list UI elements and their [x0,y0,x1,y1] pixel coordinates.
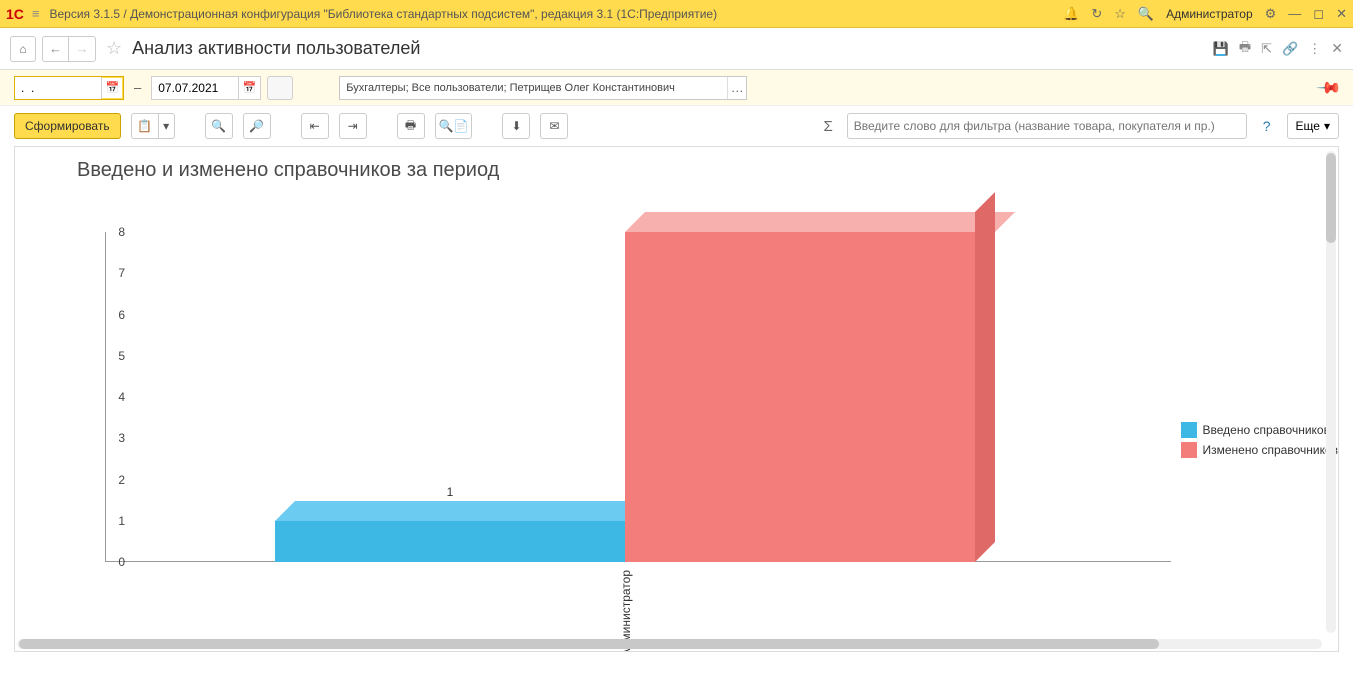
users-filter-text: Бухгалтеры; Все пользователи; Петрищев О… [340,82,727,94]
save-file-button[interactable]: ⬇ [502,113,530,139]
y-tick: 2 [105,473,125,487]
settings-icon[interactable]: ⚙ [1265,6,1277,22]
expand-button[interactable]: ⇥ [339,113,367,139]
y-tick: 8 [105,225,125,239]
legend-swatch [1181,442,1197,458]
date-to-field[interactable]: 📅 [151,76,261,100]
search-icon[interactable]: 🔍 [1138,6,1154,22]
settings-dropdown-button[interactable]: ▾ [159,113,175,139]
find-next-button[interactable]: 🔎 [243,113,271,139]
period-picker-button[interactable] [267,76,293,100]
legend-swatch [1181,422,1197,438]
sigma-icon[interactable]: Σ [823,118,832,135]
help-icon[interactable]: ? [1263,118,1271,134]
calendar-to-icon[interactable]: 📅 [238,77,260,99]
horizontal-scrollbar[interactable] [17,639,1322,649]
page-header: ⌂ ← → ☆ Анализ активности пользователей … [0,28,1353,70]
y-tick: 4 [105,390,125,404]
export-icon[interactable]: ⇱ [1261,41,1272,57]
app-logo: 1С [6,6,24,22]
close-page-icon[interactable]: ✕ [1331,40,1343,57]
vertical-scrollbar[interactable] [1326,151,1336,633]
back-button[interactable]: ← [43,37,69,61]
y-tick: 7 [105,266,125,280]
legend-label: Изменено справочников [1203,443,1339,457]
find-button[interactable]: 🔍 [205,113,233,139]
generate-button[interactable]: Сформировать [14,113,121,139]
favorite-icon[interactable]: ☆ [106,38,122,59]
bell-icon[interactable]: 🔔 [1063,6,1079,22]
nav-back-forward: ← → [42,36,96,62]
preview-button[interactable]: 🔍📄 [435,113,473,139]
app-title: Версия 3.1.5 / Демонстрационная конфигур… [50,7,1064,21]
more-button[interactable]: Еще ▾ [1287,113,1339,139]
y-tick: 5 [105,349,125,363]
menu-icon[interactable]: ≡ [32,6,40,21]
y-tick: 3 [105,431,125,445]
minimize-icon[interactable]: — [1288,6,1301,21]
date-from-field[interactable]: 📅 [14,76,124,100]
h-scroll-thumb[interactable] [19,639,1159,649]
v-scroll-thumb[interactable] [1326,153,1336,243]
email-button[interactable]: ✉ [540,113,568,139]
print-button[interactable]: 🖶 [397,113,425,139]
calendar-from-icon[interactable]: 📅 [101,77,123,99]
chart-legend: Введено справочников Изменено справочнико… [1181,422,1339,462]
close-window-icon[interactable]: ✕ [1336,6,1347,22]
appbar-right: 🔔 ↻ ☆ 🔍 Администратор ⚙ — ◻ ✕ [1063,6,1347,22]
more-label: Еще [1296,119,1320,133]
toolbar: Сформировать 📋 ▾ 🔍 🔎 ⇤ ⇥ 🖶 🔍📄 ⬇ ✉ Σ ? Ещ… [0,106,1353,146]
y-tick: 1 [105,514,125,528]
bar-0 [275,521,625,562]
chart-plot: 0123456781Администратор [105,232,1171,562]
date-from-input[interactable] [15,77,101,99]
page-header-right: 💾 🖶 ⇱ 🔗 ⋮ ✕ [1213,38,1343,60]
chevron-down-icon: ▾ [1324,119,1330,133]
pin-icon[interactable]: 📌 [1315,73,1343,101]
text-filter-input[interactable] [847,113,1247,139]
settings-group: 📋 ▾ [131,113,175,139]
maximize-icon[interactable]: ◻ [1313,6,1324,22]
legend-item: Изменено справочников [1181,442,1339,458]
history-icon[interactable]: ↻ [1091,6,1102,22]
filter-bar: 📅 – 📅 Бухгалтеры; Все пользователи; Петр… [0,70,1353,106]
star-icon[interactable]: ☆ [1114,6,1126,22]
page-title: Анализ активности пользователей [132,38,1207,59]
bar-1 [625,232,975,562]
app-bar: 1С ≡ Версия 3.1.5 / Демонстрационная кон… [0,0,1353,28]
date-to-input[interactable] [152,77,238,99]
home-button[interactable]: ⌂ [10,36,36,62]
collapse-button[interactable]: ⇤ [301,113,329,139]
legend-item: Введено справочников [1181,422,1339,438]
report-area: Введено и изменено справочников за перио… [14,146,1339,652]
chart-body: 0123456781Администратор Введено справочн… [15,182,1338,651]
link-icon[interactable]: 🔗 [1282,41,1298,57]
forward-button[interactable]: → [69,37,95,61]
paste-settings-button[interactable]: 📋 [131,113,159,139]
more-icon[interactable]: ⋮ [1308,41,1321,57]
chart-title: Введено и изменено справочников за перио… [15,147,1338,182]
user-label[interactable]: Администратор [1166,7,1253,21]
bar-label: 1 [447,485,454,499]
save-icon[interactable]: 💾 [1213,41,1229,57]
chart-container: Введено и изменено справочников за перио… [15,147,1338,651]
date-dash: – [130,80,145,95]
legend-label: Введено справочников [1203,423,1330,437]
users-filter-field[interactable]: Бухгалтеры; Все пользователи; Петрищев О… [339,76,747,100]
y-tick: 6 [105,308,125,322]
users-picker-icon[interactable]: … [727,77,746,99]
print-icon[interactable]: 🖶 [1239,38,1251,60]
y-tick: 0 [105,555,125,569]
